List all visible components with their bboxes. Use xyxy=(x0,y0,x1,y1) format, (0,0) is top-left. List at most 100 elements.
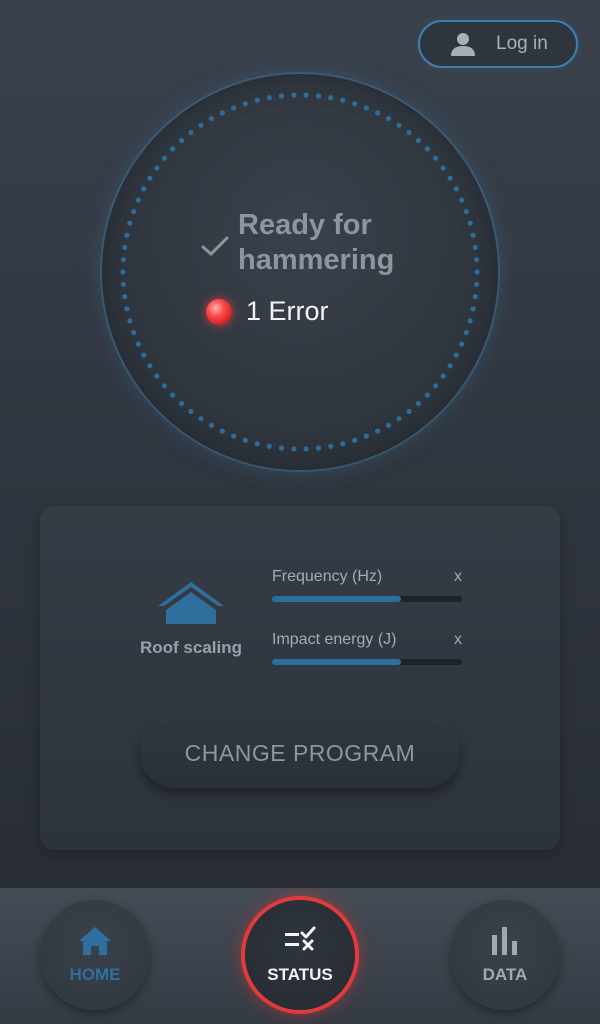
ring-dot xyxy=(161,155,167,161)
ring-dot xyxy=(303,92,309,98)
ring-dot xyxy=(406,129,412,136)
ring-dot xyxy=(447,175,453,181)
login-button[interactable]: Log in xyxy=(418,20,578,68)
ring-dot xyxy=(135,197,141,203)
program-card: Roof scaling Frequency (Hz) x Impact ene… xyxy=(40,506,560,850)
ring-dot xyxy=(231,433,237,439)
ring-dot xyxy=(415,137,421,144)
error-indicator-icon xyxy=(206,298,232,325)
ring-dot xyxy=(453,352,459,358)
ring-dot xyxy=(459,341,465,347)
ring-dot xyxy=(170,146,176,152)
nav-label: STATUS xyxy=(267,965,333,984)
ring-dot xyxy=(328,443,334,449)
ring-dot xyxy=(120,269,126,275)
nav-home[interactable]: HOME xyxy=(40,900,150,1010)
param-bar xyxy=(272,596,462,602)
param-label: Frequency (Hz) xyxy=(272,568,383,585)
login-label: Log in xyxy=(496,33,548,54)
ring-dot xyxy=(154,165,160,171)
param-bar-fill xyxy=(272,659,402,665)
ring-dot xyxy=(124,306,130,312)
nav-status[interactable]: STATUS xyxy=(245,900,355,1010)
error-count: 1 Error xyxy=(246,296,329,326)
ring-dot xyxy=(463,329,469,336)
checklist-icon xyxy=(285,926,316,951)
ring-dot xyxy=(254,441,260,447)
ring-dot xyxy=(170,392,176,398)
ring-dot xyxy=(278,93,285,99)
ring-dot xyxy=(474,281,480,287)
error-status[interactable]: 1 Error xyxy=(206,296,329,327)
ring-dot xyxy=(385,116,392,122)
ring-dot xyxy=(179,400,185,407)
ring-dot xyxy=(315,93,322,99)
ring-dot xyxy=(340,441,346,447)
ring-dot xyxy=(363,433,369,439)
param-impact-energy: Impact energy (J) x xyxy=(272,631,462,665)
ring-dot xyxy=(375,110,381,116)
param-frequency: Frequency (Hz) x xyxy=(272,568,462,602)
ring-dot xyxy=(135,341,141,347)
ring-dot xyxy=(467,318,473,324)
check-icon xyxy=(201,236,229,256)
ring-dot xyxy=(141,186,147,192)
ring-dot xyxy=(147,175,153,181)
ready-status: Ready for hammering xyxy=(200,208,438,278)
param-value: x xyxy=(454,568,462,585)
ring-dot xyxy=(179,137,185,144)
user-icon xyxy=(451,33,475,56)
ring-dot xyxy=(396,416,402,422)
ring-dot xyxy=(472,294,478,300)
ring-dot xyxy=(208,422,215,428)
param-bar-fill xyxy=(272,596,402,602)
ring-dot xyxy=(433,383,439,389)
ring-dot xyxy=(131,208,137,215)
ring-dot xyxy=(440,165,446,171)
ring-dot xyxy=(141,352,147,358)
ring-dot xyxy=(352,437,358,443)
ring-dot xyxy=(415,400,421,407)
param-value: x xyxy=(454,631,462,648)
ring-dot xyxy=(198,122,204,128)
ring-dot xyxy=(231,105,237,111)
ring-dot xyxy=(131,329,137,336)
ring-dot xyxy=(459,197,465,203)
nav-data[interactable]: DATA xyxy=(450,900,560,1010)
ring-dot xyxy=(447,363,453,369)
ring-dot xyxy=(470,232,476,238)
ring-dot xyxy=(154,373,160,379)
param-bar xyxy=(272,659,462,665)
nav-label: HOME xyxy=(69,965,121,984)
ring-dot xyxy=(278,445,285,451)
nav-label: DATA xyxy=(482,965,528,984)
ring-dot xyxy=(315,445,322,451)
status-dial: Ready for hammering 1 Error xyxy=(102,74,498,470)
ready-text: Ready for hammering xyxy=(238,209,395,276)
ring-dot xyxy=(208,116,215,122)
ring-dot xyxy=(219,110,225,116)
ring-dot xyxy=(122,244,128,250)
ring-dot xyxy=(303,446,309,452)
bar-chart-icon xyxy=(492,927,517,955)
ring-dot xyxy=(474,269,480,275)
ring-dot xyxy=(219,428,225,434)
ring-dot xyxy=(470,306,476,312)
ring-dot xyxy=(474,257,480,263)
ring-dot xyxy=(120,281,126,287)
ring-dot xyxy=(424,146,430,152)
ring-dot xyxy=(127,220,133,226)
change-program-button[interactable]: CHANGE PROGRAM xyxy=(140,718,460,788)
ring-dot xyxy=(266,95,272,101)
ring-dot xyxy=(188,408,194,415)
param-label: Impact energy (J) xyxy=(272,631,397,648)
ring-dot xyxy=(363,105,369,111)
ring-dot xyxy=(198,416,204,422)
program-mode-label: Roof scaling xyxy=(139,638,242,657)
ring-dot xyxy=(340,97,346,103)
ring-dot xyxy=(385,422,392,428)
ring-dot xyxy=(266,443,272,449)
home-icon xyxy=(79,927,111,955)
ring-dot xyxy=(127,318,133,324)
ring-dot xyxy=(254,97,260,103)
